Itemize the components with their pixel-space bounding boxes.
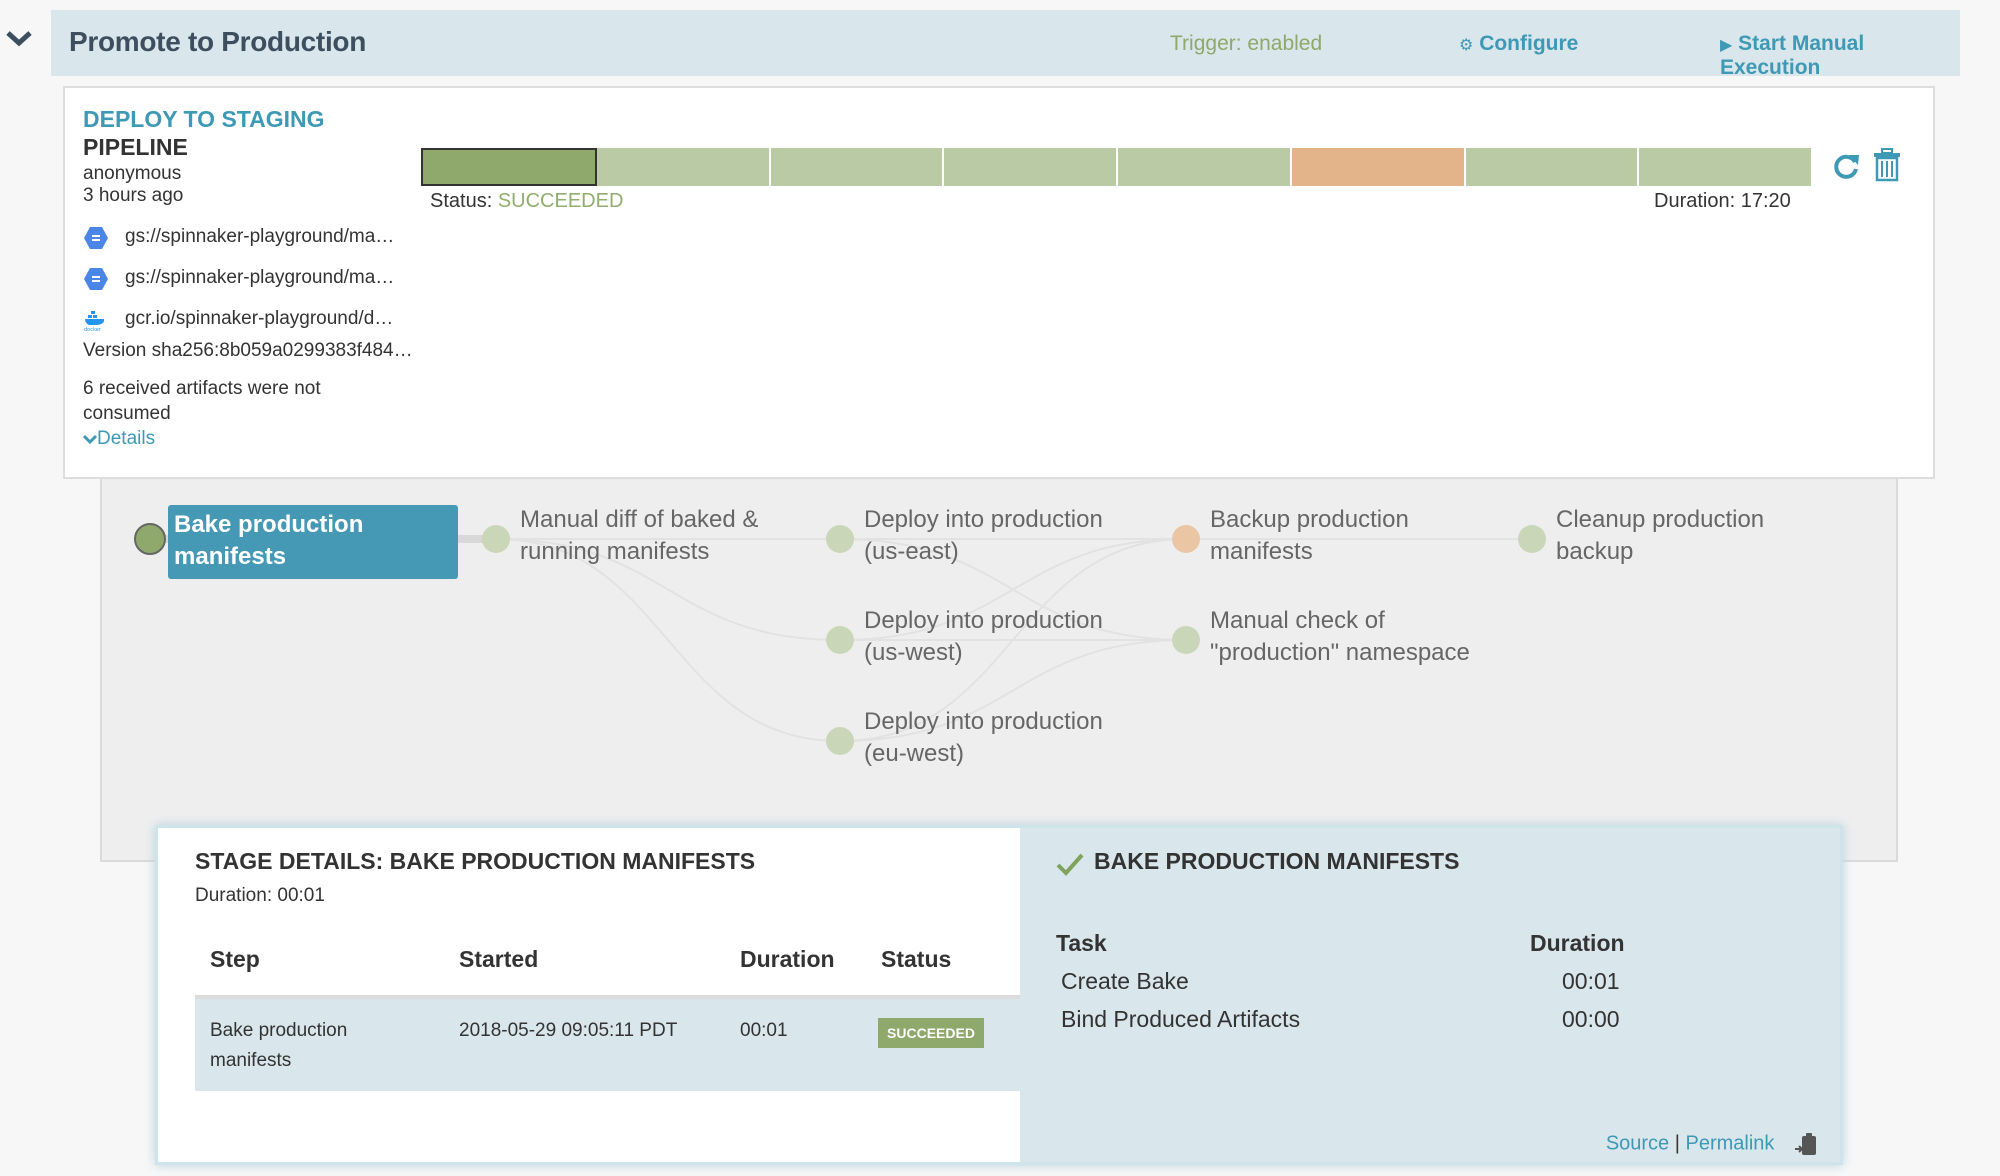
trash-icon[interactable] bbox=[1873, 148, 1901, 182]
node-label-line: Deploy into production bbox=[864, 506, 1103, 533]
duration-cell: 00:01 bbox=[740, 1020, 788, 1041]
check-icon bbox=[1056, 852, 1084, 876]
artifact-item: docker gcr.io/spinnaker-playground/d… bbox=[83, 306, 443, 334]
task-name: Bind Produced Artifacts bbox=[1061, 1006, 1301, 1032]
graph-node-use[interactable]: Deploy into production (us-east) bbox=[864, 504, 1103, 568]
permalink-link[interactable]: Permalink bbox=[1686, 1132, 1775, 1154]
gcs-icon bbox=[83, 267, 109, 291]
stage-bar-segment[interactable] bbox=[1465, 148, 1640, 186]
task-name: Create Bake bbox=[1061, 968, 1189, 994]
stage-progress-bar bbox=[421, 148, 1811, 186]
node-label-line: Manual check of bbox=[1210, 607, 1385, 634]
configure-label: Configure bbox=[1479, 32, 1579, 55]
node-label-line: (us-east) bbox=[864, 538, 959, 565]
rerun-icon[interactable] bbox=[1830, 150, 1862, 182]
source-link[interactable]: Source bbox=[1606, 1132, 1669, 1154]
node-label-line: Deploy into production bbox=[864, 708, 1103, 735]
node-label-line: Backup production bbox=[1210, 506, 1409, 533]
column-header-duration: Duration bbox=[740, 946, 835, 972]
artifact-version: Version sha256:8b059a0299383f484… bbox=[83, 340, 413, 362]
docker-icon: docker bbox=[83, 308, 109, 333]
execution-card: DEPLOY TO STAGING PIPELINE anonymous 3 h… bbox=[63, 86, 1935, 479]
graph-node-cleanup[interactable]: Cleanup production backup bbox=[1556, 504, 1764, 568]
column-header-started: Started bbox=[459, 946, 539, 972]
chevron-down-icon bbox=[82, 434, 98, 445]
started-cell: 2018-05-29 09:05:11 PDT bbox=[459, 1020, 678, 1041]
graph-node-usw[interactable]: Deploy into production (us-west) bbox=[864, 605, 1103, 669]
graph-node-bake-production-manifests[interactable]: Bake production manifests bbox=[168, 505, 458, 579]
stage-bar-segment[interactable] bbox=[421, 148, 597, 186]
gear-icon: ⚙ bbox=[1459, 37, 1474, 54]
stage-details-title: STAGE DETAILS: BAKE PRODUCTION MANIFESTS bbox=[195, 848, 756, 874]
copy-to-clipboard-icon[interactable] bbox=[1794, 1132, 1818, 1156]
node-label-line: Manual diff of baked & bbox=[520, 506, 759, 533]
node-label-line: Deploy into production bbox=[864, 607, 1103, 634]
execution-name[interactable]: DEPLOY TO STAGING bbox=[83, 106, 325, 133]
version-label: Version bbox=[83, 340, 147, 361]
node-label-line: Cleanup production bbox=[1556, 506, 1765, 533]
node-label-line: (eu-west) bbox=[864, 740, 965, 767]
task-duration: 00:00 bbox=[1562, 1006, 1620, 1032]
execution-time: 3 hours ago bbox=[83, 185, 184, 206]
task-panel: BAKE PRODUCTION MANIFESTS Task Duration … bbox=[1020, 828, 1840, 1162]
task-column-header: Task bbox=[1056, 930, 1107, 956]
graph-node-check[interactable]: Manual check of "production" namespace bbox=[1210, 605, 1470, 669]
node-label-line: Bake production bbox=[174, 511, 364, 538]
task-panel-title: BAKE PRODUCTION MANIFESTS bbox=[1094, 848, 1460, 874]
task-panel-header: BAKE PRODUCTION MANIFESTS bbox=[1056, 828, 1556, 888]
step-line: manifests bbox=[210, 1050, 292, 1071]
node-label-line: (us-west) bbox=[864, 639, 963, 666]
artifact-text: gs://spinnaker-playground/ma… bbox=[125, 267, 395, 288]
graph-node-backup[interactable]: Backup production manifests bbox=[1210, 504, 1409, 568]
stage-duration: Duration: 00:01 bbox=[195, 885, 325, 906]
task-duration: 00:01 bbox=[1562, 968, 1620, 994]
artifact-item: gs://spinnaker-playground/ma… bbox=[83, 265, 443, 293]
step-line: Bake production bbox=[210, 1020, 348, 1041]
status-value: SUCCEEDED bbox=[497, 190, 624, 212]
stage-bar-segment[interactable] bbox=[1118, 148, 1292, 186]
graph-node-diff[interactable]: Manual diff of baked & running manifests bbox=[520, 504, 758, 568]
stage-bar-segment[interactable] bbox=[1291, 148, 1466, 186]
node-label-line: "production" namespace bbox=[1210, 639, 1470, 666]
artifact-text: gs://spinnaker-playground/ma… bbox=[125, 226, 395, 247]
node-label-line: backup bbox=[1556, 538, 1634, 565]
version-value: sha256:8b059a0299383f484… bbox=[151, 340, 413, 361]
execution-status: Status: SUCCEEDED bbox=[430, 190, 623, 213]
unconsumed-artifacts-note: 6 received artifacts were not consumed bbox=[83, 378, 321, 424]
svg-text:docker: docker bbox=[84, 327, 102, 332]
configure-button[interactable]: ⚙ Configure bbox=[1459, 32, 1578, 56]
status-badge: SUCCEEDED bbox=[878, 1018, 984, 1048]
status-label: Status: bbox=[430, 190, 493, 212]
details-toggle[interactable]: Details bbox=[82, 428, 156, 450]
execution-type: PIPELINE bbox=[83, 134, 188, 160]
pipeline-title: Promote to Production bbox=[69, 26, 367, 57]
stage-bar-segment[interactable] bbox=[596, 148, 771, 186]
link-separator: | bbox=[1674, 1132, 1680, 1155]
stage-details-panel: STAGE DETAILS: BAKE PRODUCTION MANIFESTS… bbox=[155, 825, 1843, 1165]
stage-bar-segment[interactable] bbox=[944, 148, 1118, 186]
start-manual-execution-button[interactable]: ▶ Start Manual Execution bbox=[1720, 32, 1960, 80]
gcs-icon bbox=[83, 226, 109, 250]
task-duration-column-header: Duration bbox=[1530, 930, 1625, 956]
node-label-line: manifests bbox=[174, 543, 287, 570]
graph-node-euw[interactable]: Deploy into production (eu-west) bbox=[864, 706, 1103, 770]
execution-duration: Duration: 17:20 bbox=[1654, 190, 1791, 212]
node-label-line: manifests bbox=[1210, 538, 1313, 565]
artifact-item: gs://spinnaker-playground/ma… bbox=[83, 224, 443, 252]
column-header-step: Step bbox=[210, 946, 260, 972]
stage-bar-segment[interactable] bbox=[1639, 148, 1811, 186]
play-icon: ▶ bbox=[1720, 37, 1733, 54]
footer-links: Source | Permalink bbox=[1606, 1132, 1818, 1156]
column-header-status: Status bbox=[881, 946, 952, 972]
collapse-chevron-icon[interactable] bbox=[4, 28, 34, 50]
trigger-status: Trigger: enabled bbox=[1170, 32, 1323, 55]
stage-bar-segment[interactable] bbox=[770, 148, 945, 186]
node-label-line: running manifests bbox=[520, 538, 710, 565]
details-label: Details bbox=[97, 428, 156, 449]
step-cell: Bake production manifests bbox=[210, 1016, 347, 1076]
execution-user: anonymous bbox=[83, 163, 182, 184]
start-manual-execution-label: Start Manual Execution bbox=[1720, 32, 1865, 79]
pipeline-header: Promote to Production Trigger: enabled ⚙… bbox=[51, 10, 1960, 79]
artifact-text: gcr.io/spinnaker-playground/d… bbox=[125, 308, 394, 329]
